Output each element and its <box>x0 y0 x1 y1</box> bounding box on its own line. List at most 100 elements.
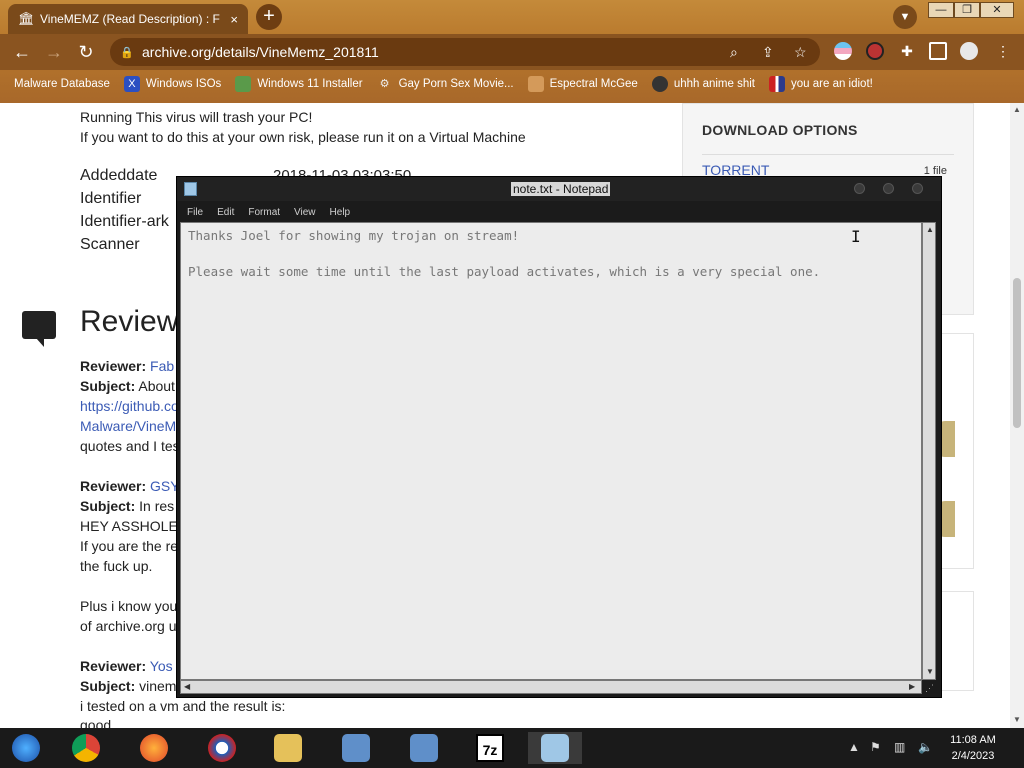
meta-key: Addeddate <box>80 167 158 184</box>
review-link[interactable]: https://github.co <box>80 398 179 414</box>
tab-strip: 🏛 VineMEMZ (Read Description) : F × + ▼ … <box>0 0 1024 34</box>
bookmark-windows-11-installer[interactable]: Windows 11 Installer <box>235 76 363 92</box>
side-panel-icon[interactable] <box>929 42 947 60</box>
face-icon <box>527 76 544 92</box>
taskbar-firefox[interactable] <box>136 732 172 764</box>
close-window-button[interactable]: ✕ <box>980 2 1014 18</box>
network-icon[interactable]: ▥ <box>894 740 905 754</box>
taskbar-clock[interactable]: 11:08 AM 2/4/2023 <box>940 732 1006 764</box>
obama-logo-icon <box>208 734 236 762</box>
review-text: If you are the re <box>80 538 179 554</box>
tray-expand-icon[interactable]: ▲ <box>848 740 860 754</box>
star-icon[interactable]: ☆ <box>794 44 807 61</box>
menu-view[interactable]: View <box>294 207 316 218</box>
tab-vinememz[interactable]: 🏛 VineMEMZ (Read Description) : F × <box>8 4 248 34</box>
tab-close-icon[interactable]: × <box>230 12 238 27</box>
scroll-up-icon[interactable]: ▲ <box>1012 105 1022 114</box>
review-text: quotes and I tes <box>80 438 180 454</box>
reviewer-link[interactable]: Fab <box>150 358 174 374</box>
scroll-right-icon[interactable]: ▶ <box>909 682 915 691</box>
trans-flag-extension-icon[interactable] <box>834 42 852 60</box>
notepad-vertical-scrollbar[interactable]: ▲ ▼ <box>922 222 936 680</box>
notepad-maximize-button[interactable] <box>883 183 894 194</box>
notepad-close-button[interactable] <box>912 183 923 194</box>
comment-bubble-icon <box>22 311 56 347</box>
meta-key: Identifier-ark <box>80 213 169 230</box>
reviews-heading: Review <box>80 305 179 338</box>
bookmark-espectral-mcgee[interactable]: Espectral McGee <box>527 76 638 92</box>
gear-icon: ⚙ <box>379 78 390 90</box>
review-text: Plus i know you <box>80 598 178 614</box>
subject-line: Subject: About <box>80 378 175 394</box>
taskbar-chrome[interactable] <box>68 732 104 764</box>
taskbar-obama[interactable] <box>204 732 240 764</box>
bookmark-anime[interactable]: uhhh anime shit <box>651 76 756 92</box>
puzzle-extensions-icon[interactable]: ✚ <box>898 42 916 60</box>
note-line-2: Please wait some time until the last pay… <box>188 264 821 279</box>
taskbar-notepad[interactable] <box>528 732 582 764</box>
scroll-up-icon[interactable]: ▲ <box>926 225 934 234</box>
scroll-down-icon[interactable]: ▼ <box>1012 715 1022 724</box>
bookmark-you-are-an-idiot[interactable]: you are an idiot! <box>769 76 873 92</box>
meta-key: Scanner <box>80 236 140 253</box>
forward-arrow-icon[interactable]: → <box>44 42 64 62</box>
share-icon[interactable]: ⇪ <box>762 44 774 61</box>
lock-icon: 🔒 <box>120 46 134 59</box>
reviewer-line: Reviewer: GSY <box>80 478 180 494</box>
reviewer-line: Reviewer: Fab <box>80 358 175 374</box>
notepad-window[interactable]: note.txt - Notepad File Edit Format View… <box>176 176 942 698</box>
address-bar[interactable]: 🔒 archive.org/details/VineMemz_201811 ⌕ … <box>110 38 820 66</box>
bookmark-label: uhhh anime shit <box>673 78 756 90</box>
scroll-left-icon[interactable]: ◀ <box>184 682 190 691</box>
notepad-title: note.txt - Notepad <box>511 182 611 196</box>
profile-avatar-icon[interactable] <box>960 42 978 60</box>
taskbar: 7z ▲ ⚑ ▥ 🔈 11:08 AM 2/4/2023 <box>0 728 1024 768</box>
start-button[interactable] <box>8 732 44 764</box>
meta-key: Identifier <box>80 190 142 207</box>
menu-edit[interactable]: Edit <box>217 207 234 218</box>
review-text: the fuck up. <box>80 558 153 574</box>
bookmark-windows-isos[interactable]: X Windows ISOs <box>123 76 221 92</box>
scroll-thumb[interactable] <box>1013 278 1021 428</box>
taskbar-7zip[interactable]: 7z <box>472 732 508 764</box>
reviewer-link[interactable]: Yos <box>150 658 173 674</box>
search-icon[interactable]: ⌕ <box>730 44 738 61</box>
page-scrollbar[interactable]: ▲ ▼ <box>1010 103 1024 728</box>
notepad-minimize-button[interactable] <box>854 183 865 194</box>
sevenzip-icon: 7z <box>476 734 504 762</box>
reload-icon[interactable]: ↻ <box>76 42 96 62</box>
minimize-button[interactable]: — <box>928 2 954 18</box>
menu-format[interactable]: Format <box>248 207 280 218</box>
bookmark-gay-porn[interactable]: ⚙ Gay Porn Sex Movie... <box>377 76 514 92</box>
back-arrow-icon[interactable]: ← <box>12 42 32 62</box>
volume-icon[interactable]: 🔈 <box>918 740 933 754</box>
notepad-text-area[interactable]: Thanks Joel for showing my trojan on str… <box>180 222 922 680</box>
warning-line-1: Running This virus will trash your PC! <box>80 109 313 125</box>
clock-date: 2/4/2023 <box>951 750 995 762</box>
subject-line: Subject: In res <box>80 498 175 514</box>
archive-favicon-icon: 🏛 <box>18 11 35 26</box>
bookmark-label: Malware Database <box>14 78 110 90</box>
resize-grip-icon[interactable]: ⋰ <box>925 683 935 693</box>
note-line-1: Thanks Joel for showing my trojan on str… <box>188 228 520 243</box>
scroll-down-icon[interactable]: ▼ <box>926 667 934 676</box>
flag-tray-icon[interactable]: ⚑ <box>870 740 881 754</box>
url-text[interactable]: archive.org/details/VineMemz_201811 <box>142 44 379 60</box>
installer-icon <box>342 734 370 762</box>
tab-search-chevron-icon[interactable]: ▼ <box>893 5 917 29</box>
kebab-menu-icon[interactable]: ⋮ <box>994 42 1012 60</box>
review-link[interactable]: Malware/VineM <box>80 418 176 434</box>
profile-extension-icon[interactable] <box>866 42 884 60</box>
notepad-titlebar[interactable]: note.txt - Notepad <box>177 177 941 201</box>
maximize-button[interactable]: ❐ <box>954 2 980 18</box>
menu-help[interactable]: Help <box>330 207 351 218</box>
taskbar-setup-1[interactable] <box>338 732 374 764</box>
new-tab-button[interactable]: + <box>256 4 282 30</box>
reviewer-line: Reviewer: Yos <box>80 658 173 674</box>
bookmark-label: Windows 11 Installer <box>257 78 363 90</box>
menu-file[interactable]: File <box>187 207 203 218</box>
notepad-horizontal-scrollbar[interactable]: ◀ ▶ <box>180 680 922 694</box>
taskbar-setup-2[interactable] <box>406 732 442 764</box>
taskbar-explorer[interactable] <box>270 732 306 764</box>
bookmark-malware-database[interactable]: Malware Database <box>14 78 110 90</box>
